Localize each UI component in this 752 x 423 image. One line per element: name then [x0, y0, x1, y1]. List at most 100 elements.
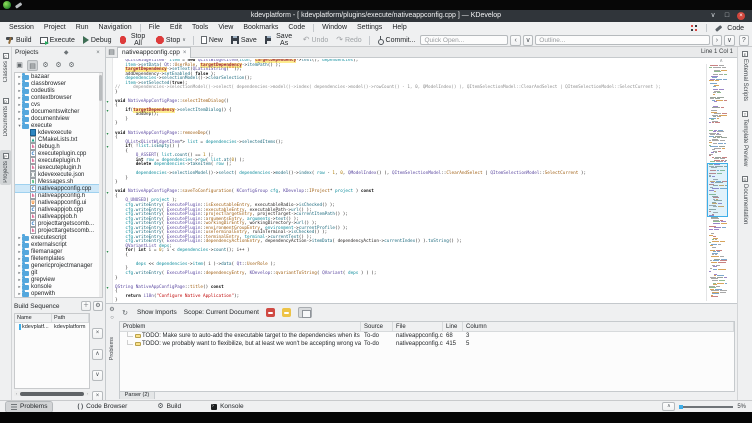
menu-window[interactable]: Window [317, 22, 352, 34]
minimize-button[interactable]: ∨ [708, 10, 718, 22]
column-header-source[interactable]: Source [361, 322, 393, 331]
menu-tools[interactable]: Tools [187, 22, 213, 34]
expand-progress-icon[interactable]: ∧ [662, 402, 676, 411]
move-down-button[interactable]: ∨ [92, 370, 103, 381]
tree-item-externalscript[interactable]: ▸ externalscript [15, 241, 102, 248]
code-editor[interactable]: ▾ ▾ ▾ ▾ ▾ ▾ ▾ QListWidgetItem* item = new QLis… [105, 58, 737, 303]
column-header-path[interactable]: Path [52, 314, 89, 322]
next-context-button[interactable]: › [711, 34, 723, 46]
right-tab-template-preview[interactable]: T Template Preview [742, 111, 748, 166]
tree-item-cvs[interactable]: ▸ cvs [15, 101, 102, 108]
tree-item-messages-sh[interactable]: $ Messages.sh [15, 178, 102, 185]
tree-item-executeplugin-cpp[interactable]: Cexecuteplugin.cpp [15, 150, 102, 157]
hints-filter-icon[interactable] [297, 307, 312, 318]
column-header-file[interactable]: File [393, 322, 443, 331]
column-header-problem[interactable]: Problem [120, 322, 361, 331]
warnings-filter-icon[interactable] [281, 308, 291, 317]
build-sequence-hscrollbar[interactable]: ‹ › [14, 391, 90, 396]
tree-item-documentswitcher[interactable]: ▸ documentswitcher [15, 108, 102, 115]
toolview-button-build[interactable]: ⚙ Build [152, 402, 186, 412]
commit-button[interactable]: Commit... [374, 35, 419, 46]
tree-item-genericprojectmanager[interactable]: ▸ genericprojectmanager [15, 262, 102, 269]
toolview-button-problems[interactable]: Problems [4, 400, 54, 413]
move-up-button[interactable]: ∧ [92, 349, 103, 360]
show-imports-toggle[interactable]: Show Imports [137, 309, 177, 316]
column-header-name[interactable]: Name [15, 314, 52, 322]
maximize-button[interactable]: □ [722, 10, 732, 22]
save-button[interactable]: Save [228, 35, 260, 46]
fold-marker-icon[interactable]: ▾ [107, 99, 109, 104]
fold-marker-icon[interactable]: ▾ [107, 145, 109, 149]
menu-help[interactable]: Help [387, 22, 411, 34]
tree-scrollbar[interactable] [99, 73, 102, 297]
toolview-button-konsole[interactable]: Konsole [206, 402, 249, 412]
document-tab[interactable]: nativeappconfig.cpp × [117, 46, 192, 58]
force-full-update-icon[interactable]: ↻ [120, 308, 130, 318]
tree-item-kdevexecute-json[interactable]: {} kdevexecute.json [15, 171, 102, 178]
tree-item-debug-h[interactable]: h debug.h [15, 143, 102, 150]
tree-item-documentview[interactable]: ▸ documentview [15, 115, 102, 122]
minimap-viewport[interactable] [707, 163, 728, 217]
locate-document-icon[interactable]: ▣ [14, 60, 25, 71]
menu-project[interactable]: Project [39, 22, 71, 34]
scroll-right-icon[interactable]: › [85, 391, 90, 396]
area-switcher-icon[interactable] [690, 24, 699, 32]
fold-marker-icon[interactable]: ▾ [107, 249, 109, 254]
code-text[interactable]: QListWidgetItem* item = new QListWidgetI… [115, 59, 704, 303]
tree-item-openwith[interactable]: ▸ openwith [15, 290, 102, 297]
sidebar-tab-projects[interactable]: P Projects [0, 149, 11, 186]
window-titlebar[interactable]: kdevplatform - [ kdevplatform/plugins/ex… [0, 10, 752, 22]
column-header-column[interactable]: Column [463, 322, 734, 331]
right-tab-documentation[interactable]: D Documentation [742, 176, 748, 225]
fold-marker-icon[interactable]: ▾ [107, 131, 109, 136]
tree-item-classbrowser[interactable]: ▸ classbrowser [15, 80, 102, 87]
outline-dropdown-button[interactable]: ∨ [724, 34, 735, 46]
fold-marker-icon[interactable]: ▾ [107, 285, 109, 290]
new-button[interactable]: New [198, 35, 226, 46]
tree-item-bazaar[interactable]: ▸ bazaar [15, 73, 102, 80]
stop-all-button[interactable]: Stop All [117, 33, 151, 47]
tree-item-executeplugin-h[interactable]: h executeplugin.h [15, 157, 102, 164]
help-button[interactable]: ? [738, 34, 749, 46]
tree-item-execute[interactable]: ▾ execute [15, 122, 102, 129]
tree-item-projecttargetscomb[interactable]: Cprojecttargetscomb... [15, 220, 102, 227]
undo-button[interactable]: ↶ Undo [300, 35, 331, 46]
errors-filter-icon[interactable] [265, 308, 275, 317]
tree-item-executescript[interactable]: ▸ executescript [15, 234, 102, 241]
menu-view[interactable]: View [213, 22, 238, 34]
tree-item-konsole[interactable]: ▸ konsole [15, 283, 102, 290]
right-tab-external-scripts[interactable]: E External Scripts [742, 51, 748, 101]
sidebar-tab-documents[interactable]: D Documents [0, 95, 11, 139]
toolview-detach-icon[interactable]: ○ [110, 315, 114, 321]
tree-item-nativeappjob-h[interactable]: h nativeappjob.h [15, 213, 102, 220]
close-button[interactable]: × [736, 10, 746, 22]
sidebar-tab-classes[interactable]: C Classes [0, 50, 11, 85]
tree-item-nativeappconfig-cpp[interactable]: Cnativeappconfig.cpp [15, 184, 102, 193]
fold-marker-icon[interactable]: ▾ [107, 108, 109, 113]
toolview-settings-icon[interactable]: ⚙ [109, 306, 114, 313]
show-targets-icon[interactable]: ▤ [27, 59, 38, 71]
menu-settings[interactable]: Settings [352, 22, 387, 34]
install-selection-icon[interactable]: ⚙ [53, 60, 64, 71]
column-header-line[interactable]: Line [443, 322, 463, 331]
problem-row[interactable]: TODO: we probably want to flexibilize, b… [120, 340, 734, 348]
toolview-close-icon[interactable]: × [94, 50, 102, 56]
add-to-build-sequence-button[interactable]: ＋ [81, 301, 91, 311]
tree-item-projecttargetscomb[interactable]: h projecttargetscomb... [15, 227, 102, 234]
clean-selection-icon[interactable]: ⚙ [66, 60, 77, 71]
menu-session[interactable]: Session [4, 22, 39, 34]
build-button[interactable]: Build [3, 35, 35, 46]
tree-item-git[interactable]: ▸ git [15, 269, 102, 276]
scope-selector[interactable]: Scope: Current Document [184, 309, 259, 316]
tree-item-cmakelists-txt[interactable]: ▲ CMakeLists.txt [15, 136, 102, 143]
tree-item-kdevexecute[interactable]: kdevexecute [15, 129, 102, 136]
remove-item-button[interactable]: × [92, 328, 103, 339]
hscrollbar-thumb[interactable] [20, 391, 84, 396]
redo-button[interactable]: ↷ Redo [333, 35, 364, 46]
tab-close-icon[interactable]: × [183, 50, 187, 56]
build-selection-icon[interactable]: ⚙ [40, 60, 51, 71]
tree-item-filetemplates[interactable]: ▸ filetemplates [15, 255, 102, 262]
context-dropdown-button[interactable]: ∨ [522, 34, 534, 46]
menu-run[interactable]: Run [71, 22, 94, 34]
working-area-code[interactable]: Code [727, 25, 744, 32]
